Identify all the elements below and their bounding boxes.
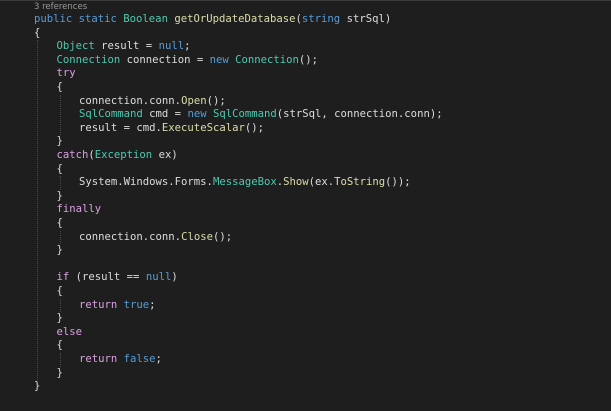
- code-line[interactable]: }: [57, 244, 63, 258]
- code-line[interactable]: if (result == null): [57, 271, 178, 285]
- code-token: new: [187, 108, 213, 121]
- code-line[interactable]: {: [34, 27, 40, 41]
- code-token: Exception: [94, 149, 159, 161]
- code-token: new: [209, 53, 236, 66]
- code-token: (ex.: [308, 176, 335, 189]
- code-line[interactable]: connection.conn.Close();: [79, 231, 232, 245]
- code-token: Boolean: [123, 13, 175, 25]
- code-token: MessageBox: [212, 176, 277, 189]
- code-line[interactable]: }: [57, 190, 63, 204]
- code-line[interactable]: try: [57, 67, 76, 81]
- code-token: null: [145, 271, 172, 284]
- code-line[interactable]: Connection connection = new Connection()…: [57, 54, 319, 68]
- code-line[interactable]: else: [57, 326, 83, 340]
- indent-guide: [59, 353, 61, 367]
- code-token: ();: [298, 53, 319, 66]
- code-token: connection =: [126, 53, 210, 66]
- code-token: result = cmd.: [79, 121, 162, 134]
- codelens-references[interactable]: 3 references: [34, 2, 87, 12]
- code-line[interactable]: {: [57, 285, 63, 299]
- code-line[interactable]: {: [57, 217, 63, 231]
- code-line[interactable]: }: [57, 367, 63, 381]
- code-line[interactable]: connection.conn.Open();: [79, 95, 226, 109]
- indent-guide: [59, 298, 61, 313]
- code-token: ): [171, 271, 178, 284]
- code-token: System.Windows.Forms.: [79, 176, 213, 189]
- code-token: Connection: [56, 53, 127, 66]
- code-token: }: [56, 244, 63, 257]
- code-token: strSql): [346, 13, 392, 25]
- code-token: (result ==: [75, 271, 146, 284]
- code-token: ;: [184, 40, 191, 53]
- code-token: if: [56, 271, 76, 284]
- editor-top-border: [0, 0, 611, 1]
- code-token: }: [56, 189, 63, 202]
- code-line[interactable]: {: [57, 81, 63, 95]
- code-token: false: [123, 353, 156, 365]
- code-line[interactable]: }: [34, 380, 40, 394]
- code-token: finally: [56, 203, 102, 216]
- code-line[interactable]: {: [57, 339, 63, 353]
- code-token: public static: [34, 13, 124, 25]
- code-line[interactable]: result = cmd.ExecuteScalar();: [79, 122, 264, 136]
- code-line[interactable]: Object result = null;: [57, 40, 191, 54]
- code-token: (strSql, connection.conn);: [276, 108, 443, 121]
- code-token: Close: [181, 230, 213, 243]
- code-token: return: [79, 298, 124, 311]
- code-token: ());: [385, 176, 411, 189]
- code-token: ();: [206, 94, 226, 107]
- code-token: catch: [56, 149, 89, 161]
- indent-guide: [37, 40, 38, 381]
- code-line[interactable]: return true;: [79, 299, 156, 313]
- code-token: getOrUpdateDatabase: [174, 13, 296, 25]
- code-token: string: [301, 13, 347, 25]
- code-token: ToString: [334, 176, 386, 189]
- code-token: ;: [149, 298, 156, 311]
- code-line[interactable]: SqlCommand cmd = new SqlCommand(strSql, …: [79, 108, 443, 122]
- code-token: {: [34, 26, 41, 39]
- code-token: cmd =: [149, 108, 188, 121]
- code-line[interactable]: return false;: [79, 353, 162, 367]
- code-token: {: [56, 217, 63, 229]
- code-token: else: [56, 325, 83, 338]
- code-token: }: [34, 380, 41, 393]
- code-token: {: [56, 339, 63, 352]
- code-token: return: [79, 353, 124, 365]
- indent-guide: [59, 176, 61, 190]
- code-token: null: [158, 40, 185, 53]
- code-token: connection.conn.: [79, 94, 182, 107]
- indent-guide: [59, 94, 61, 136]
- code-token: result =: [101, 40, 159, 53]
- code-token: Show: [283, 176, 309, 189]
- code-token: ExecuteScalar: [161, 121, 245, 134]
- code-token: SqlCommand: [79, 108, 150, 121]
- code-line[interactable]: finally: [57, 203, 102, 217]
- code-token: }: [56, 312, 63, 325]
- code-token: ;: [155, 353, 162, 365]
- code-token: {: [56, 285, 63, 297]
- code-line[interactable]: {: [57, 163, 63, 177]
- code-line[interactable]: catch(Exception ex): [57, 149, 178, 163]
- code-token: {: [56, 162, 63, 175]
- code-token: ();: [244, 121, 264, 134]
- code-token: Open: [181, 94, 207, 107]
- code-token: try: [56, 67, 76, 80]
- code-token: connection.conn.: [79, 230, 182, 243]
- code-token: true: [123, 298, 150, 311]
- code-token: }: [56, 135, 63, 148]
- code-line[interactable]: System.Windows.Forms.MessageBox.Show(ex.…: [79, 176, 411, 190]
- code-token: {: [56, 81, 63, 93]
- code-line[interactable]: }: [57, 312, 63, 326]
- code-token: ();: [212, 230, 233, 243]
- code-token: Connection: [235, 53, 299, 66]
- code-line[interactable]: }: [57, 135, 63, 149]
- code-token: Object: [56, 40, 102, 53]
- indent-guide: [59, 230, 61, 245]
- code-token: }: [56, 366, 63, 379]
- code-token: SqlCommand: [212, 108, 277, 121]
- code-editor[interactable]: 3 references public static Boolean getOr…: [0, 0, 611, 411]
- code-line[interactable]: public static Boolean getOrUpdateDatabas…: [34, 13, 391, 27]
- code-token: ex): [158, 149, 178, 161]
